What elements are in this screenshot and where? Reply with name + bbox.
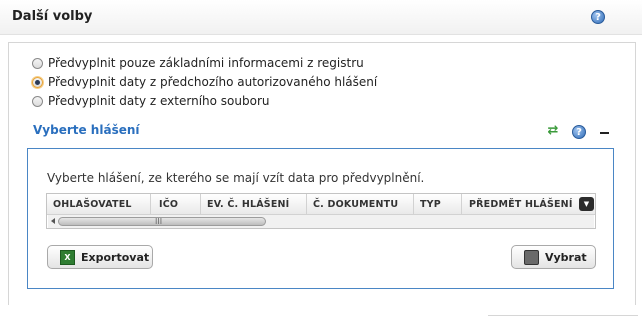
scrollbar-grip: III — [155, 217, 163, 226]
panel-header: Další volby ? — [0, 0, 642, 35]
collapse-icon[interactable] — [600, 132, 609, 134]
radio-label: Předvyplnit daty z externího souboru — [48, 94, 270, 108]
radio-label: Předvyplnit pouze základními informacemi… — [48, 56, 364, 70]
column-separator[interactable] — [150, 194, 151, 214]
column-header-ohlasovatel[interactable]: OHLAŠOVATEL — [53, 199, 132, 210]
export-button[interactable]: X Exportovat — [47, 245, 153, 269]
panel-title: Další volby — [12, 9, 93, 24]
scroll-left-icon[interactable] — [51, 218, 55, 224]
column-separator[interactable] — [461, 194, 462, 214]
help-icon[interactable]: ? — [591, 10, 605, 24]
column-separator[interactable] — [306, 194, 307, 214]
section-title: Vyberte hlášení — [33, 123, 140, 137]
column-header-ico[interactable]: IČO — [159, 199, 178, 210]
column-header-ev-c-hlaseni[interactable]: EV. Č. HLÁŠENÍ — [207, 199, 289, 210]
column-separator[interactable] — [413, 194, 414, 214]
radio-option-previous-report[interactable]: Předvyplnit daty z předchozího autorizov… — [32, 75, 377, 89]
radio-button[interactable] — [32, 95, 43, 107]
column-separator[interactable] — [200, 194, 201, 214]
select-icon — [524, 249, 539, 265]
instruction-text: Vyberte hlášení, ze kterého se mají vzít… — [47, 171, 425, 185]
column-menu-icon[interactable]: ▼ — [579, 197, 594, 211]
radio-button[interactable] — [32, 57, 43, 69]
radio-option-external-file[interactable]: Předvyplnit daty z externího souboru — [32, 94, 270, 108]
radio-option-registry[interactable]: Předvyplnit pouze základními informacemi… — [32, 56, 364, 70]
column-header-predmet-hlaseni[interactable]: PŘEDMĚT HLÁŠENÍ — [469, 199, 573, 210]
column-header-typ[interactable]: TYP — [420, 199, 441, 210]
scrollbar-thumb[interactable]: III — [58, 217, 266, 226]
column-header-c-dokumentu[interactable]: Č. DOKUMENTU — [313, 199, 398, 210]
horizontal-scrollbar[interactable]: III — [48, 215, 594, 228]
reports-grid: OHLAŠOVATEL IČO EV. Č. HLÁŠENÍ Č. DOKUME… — [46, 193, 596, 229]
select-button-label: Vybrat — [545, 250, 587, 264]
excel-icon: X — [60, 249, 75, 265]
radio-button-selected[interactable] — [32, 76, 43, 88]
select-button[interactable]: Vybrat — [511, 245, 596, 269]
help-icon[interactable]: ? — [572, 125, 586, 139]
radio-label: Předvyplnit daty z předchozího autorizov… — [48, 75, 378, 89]
refresh-icon[interactable]: ⇄ — [546, 124, 560, 138]
export-button-label: Exportovat — [81, 250, 150, 264]
grid-header: OHLAŠOVATEL IČO EV. Č. HLÁŠENÍ Č. DOKUME… — [47, 194, 595, 215]
next-panel-edge — [488, 315, 638, 321]
